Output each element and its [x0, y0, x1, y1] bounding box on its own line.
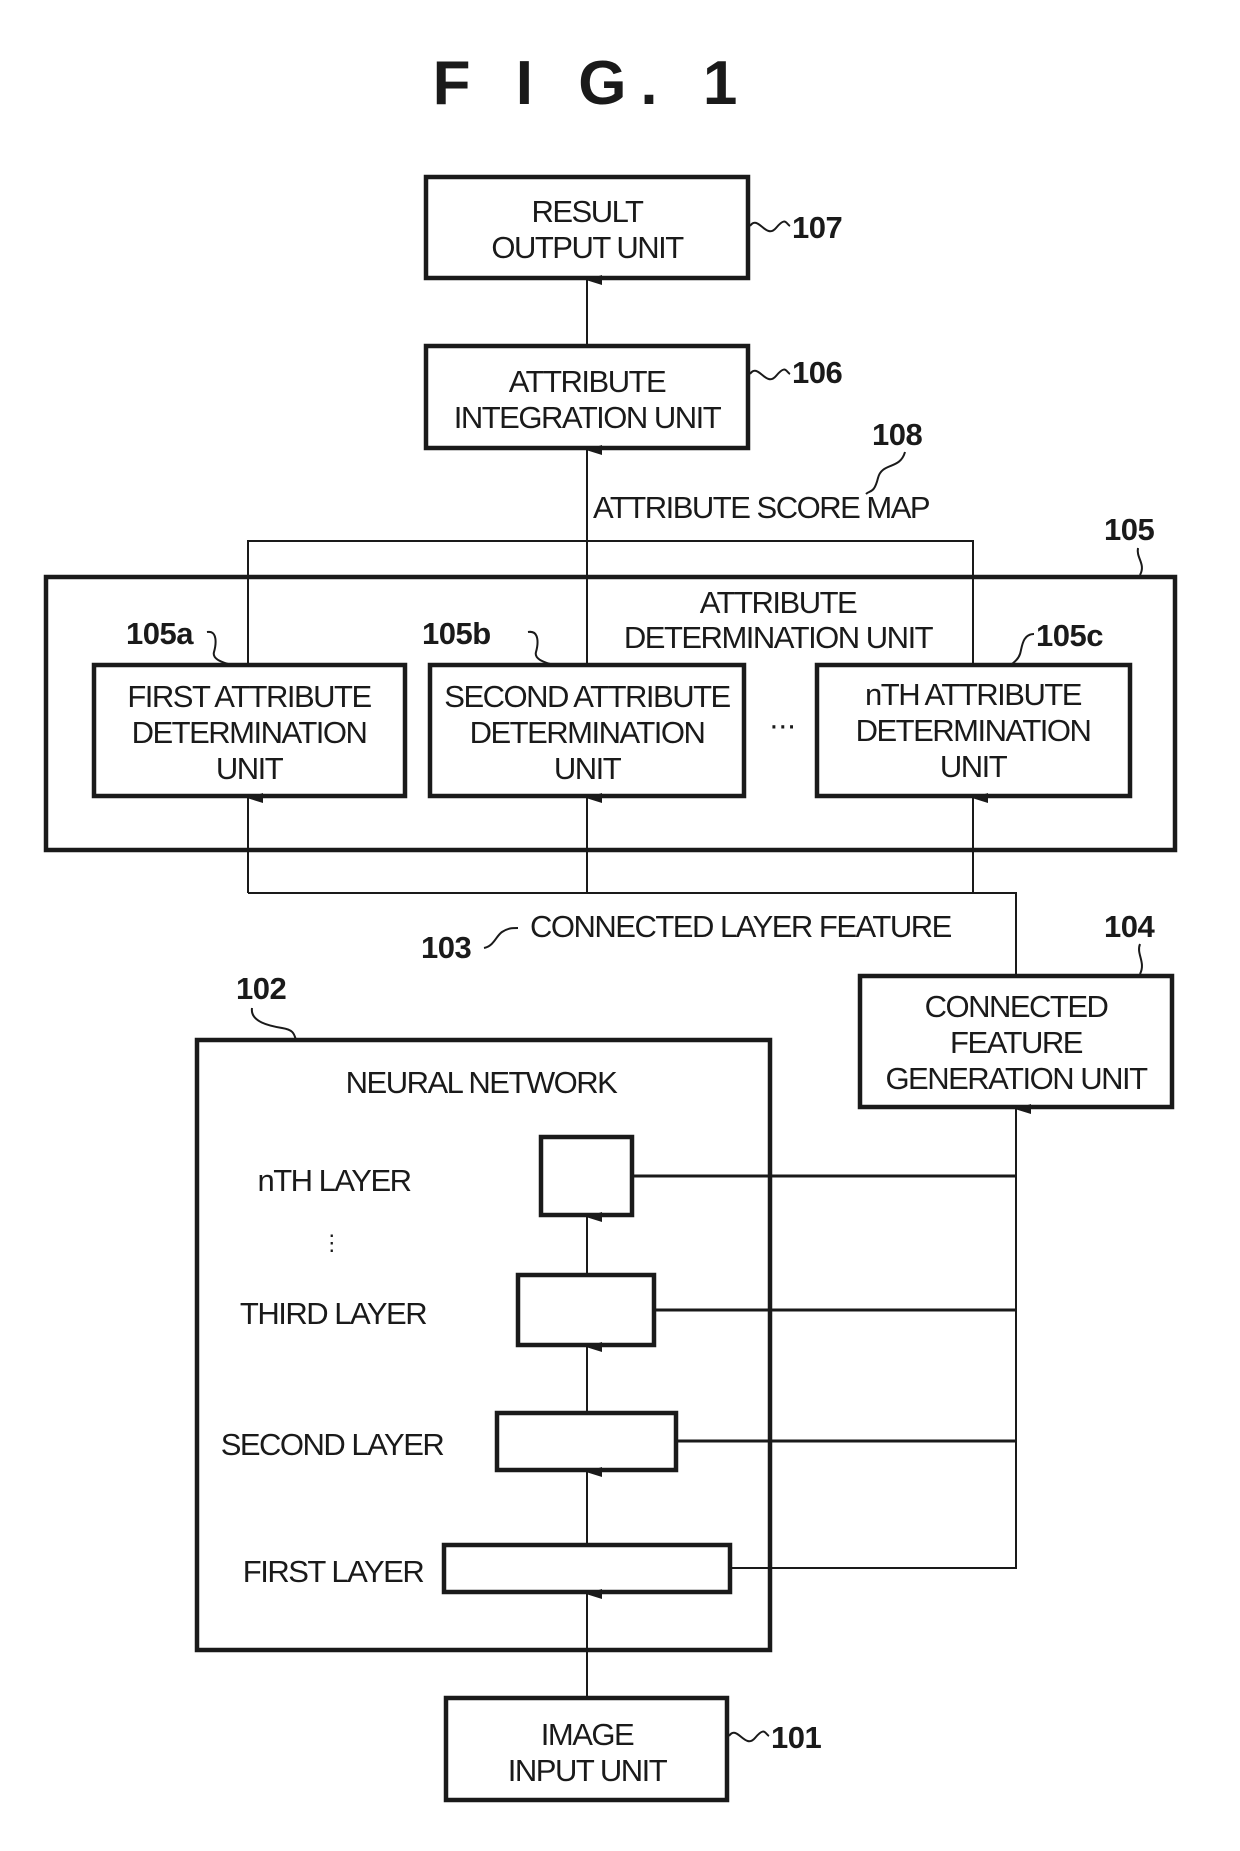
- image-input-unit: IMAGE INPUT UNIT: [443, 1695, 730, 1803]
- nth-attr-line-1: nTH ATTRIBUTE: [865, 677, 1082, 712]
- attribute-integration-unit: ATTRIBUTE INTEGRATION UNIT: [423, 343, 751, 451]
- connected-feature-line-3: GENERATION UNIT: [885, 1061, 1148, 1096]
- image-input-line-2: INPUT UNIT: [508, 1753, 668, 1788]
- neural-network-title: NEURAL NETWORK: [346, 1065, 618, 1100]
- first-layer-label: FIRST LAYER: [243, 1554, 424, 1589]
- connected-feature-generation-unit: CONNECTED FEATURE GENERATION UNIT: [857, 973, 1175, 1110]
- nth-attribute-determination-unit: nTH ATTRIBUTE DETERMINATION UNIT: [814, 662, 1133, 799]
- ref-102: 102: [236, 971, 286, 1006]
- connected-layer-feature-label: CONNECTED LAYER FEATURE: [530, 909, 952, 944]
- ref-103-leader: [483, 927, 519, 949]
- ref-107-leader: [749, 220, 791, 233]
- second-attr-line-3: UNIT: [554, 751, 622, 786]
- result-output-line-1: RESULT: [531, 194, 644, 229]
- attribute-determination-line-1: ATTRIBUTE: [700, 585, 857, 620]
- ref-104-leader: [1138, 943, 1143, 975]
- units-ellipsis: ···: [769, 707, 795, 742]
- layers-vertical-ellipsis: ⋮: [321, 1230, 342, 1255]
- ref-108-leader: [865, 451, 906, 495]
- ref-105a: 105a: [126, 616, 194, 651]
- first-attr-line-3: UNIT: [216, 751, 284, 786]
- nth-layer-label: nTH LAYER: [257, 1163, 410, 1198]
- attribute-integration-line-2: INTEGRATION UNIT: [454, 400, 722, 435]
- ref-105: 105: [1104, 512, 1154, 547]
- ref-102-leader: [250, 1007, 297, 1041]
- second-attr-line-2: DETERMINATION: [470, 715, 705, 750]
- second-attr-line-1: SECOND ATTRIBUTE: [444, 679, 730, 714]
- result-output-line-2: OUTPUT UNIT: [491, 230, 684, 265]
- ref-105c-leader: [1011, 633, 1035, 665]
- ref-105b-leader: [527, 630, 551, 665]
- ref-101: 101: [771, 1720, 821, 1755]
- second-layer-label: SECOND LAYER: [221, 1427, 444, 1462]
- first-attr-line-2: DETERMINATION: [132, 715, 367, 750]
- first-attr-line-1: FIRST ATTRIBUTE: [127, 679, 371, 714]
- block-diagram: F I G. 1 RESULT OUTPUT UNIT 107 ATTRIBUT…: [43, 49, 1178, 1803]
- nth-attr-line-2: DETERMINATION: [856, 713, 1091, 748]
- second-layer-block: [494, 1410, 679, 1473]
- ref-105-leader: [1136, 547, 1143, 576]
- first-attribute-determination-unit: FIRST ATTRIBUTE DETERMINATION UNIT: [91, 662, 408, 799]
- connected-feature-line-1: CONNECTED: [925, 989, 1108, 1024]
- ref-106-leader: [749, 368, 791, 381]
- ref-105c: 105c: [1036, 618, 1103, 653]
- ref-101-leader: [728, 1730, 770, 1743]
- third-layer-label: THIRD LAYER: [240, 1296, 426, 1331]
- result-output-unit: RESULT OUTPUT UNIT: [423, 174, 751, 281]
- third-layer-block: [515, 1272, 657, 1348]
- tap-first-layer: [730, 1109, 1017, 1569]
- nth-layer-block: [538, 1134, 635, 1218]
- image-input-line-1: IMAGE: [541, 1717, 634, 1752]
- attribute-determination-line-2: DETERMINATION UNIT: [624, 620, 934, 655]
- ref-108: 108: [872, 417, 922, 452]
- attribute-integration-line-1: ATTRIBUTE: [509, 364, 666, 399]
- ref-107: 107: [792, 210, 842, 245]
- second-attribute-determination-unit: SECOND ATTRIBUTE DETERMINATION UNIT: [427, 662, 747, 799]
- first-layer-block: [441, 1542, 733, 1595]
- ref-105b: 105b: [422, 616, 491, 651]
- ref-103: 103: [421, 930, 471, 965]
- attribute-score-map-label: ATTRIBUTE SCORE MAP: [593, 490, 930, 525]
- connected-feature-line-2: FEATURE: [950, 1025, 1083, 1060]
- ref-105a-leader: [206, 630, 229, 665]
- nth-attr-line-3: UNIT: [940, 749, 1008, 784]
- ref-106: 106: [792, 355, 842, 390]
- ref-104: 104: [1104, 909, 1155, 944]
- figure-title: F I G. 1: [433, 49, 752, 118]
